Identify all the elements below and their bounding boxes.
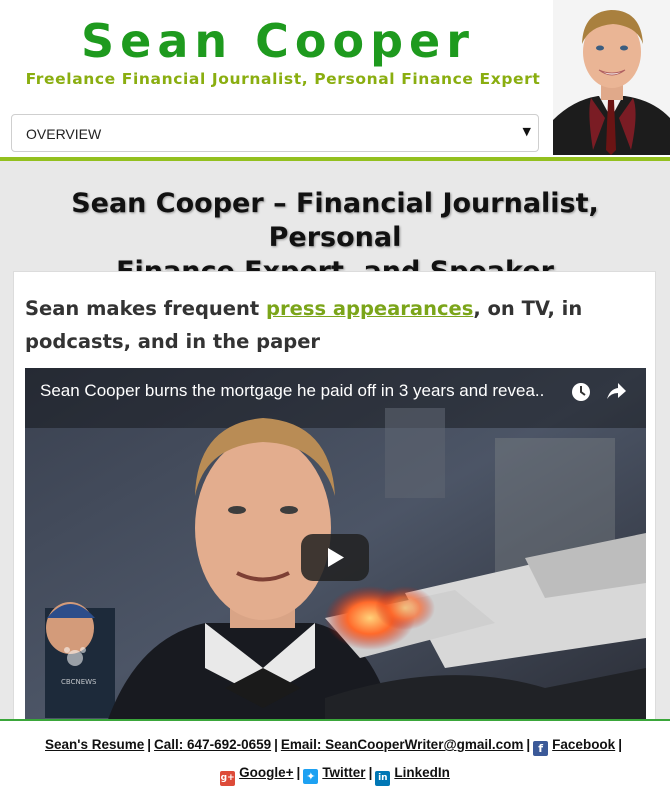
play-button[interactable] — [301, 534, 369, 581]
phone-link[interactable]: Call: 647-692-0659 — [154, 737, 271, 752]
footer-separator: | — [618, 737, 622, 752]
clock-icon[interactable] — [571, 382, 591, 402]
footer-row-1: Sean's Resume | Call: 647-692-0659 | Email: … — [0, 737, 670, 756]
site-tagline: Freelance Financial Journalist, Personal… — [25, 70, 541, 88]
twitter-link[interactable]: Twitter — [322, 765, 365, 780]
nav-dropdown[interactable]: OVERVIEW ▼ — [11, 114, 539, 152]
resume-link[interactable]: Sean's Resume — [45, 737, 144, 752]
video-title[interactable]: Sean Cooper burns the mortgage he paid o… — [40, 381, 560, 401]
footer-separator: | — [368, 765, 373, 780]
video-player[interactable]: CBCNEWS Sean Cooper burns the mortgage h… — [25, 368, 646, 728]
share-icon[interactable] — [605, 382, 627, 402]
site-header: Sean Cooper Freelance Financial Journali… — [0, 0, 670, 157]
footer-separator: | — [147, 737, 152, 752]
page-title-line1: Sean Cooper – Financial Journalist, Pers… — [71, 188, 599, 253]
play-icon — [328, 548, 344, 567]
footer-row-2: g+ Google+ | ✦ Twitter | in LinkedIn — [0, 765, 670, 786]
dropdown-arrow-icon: ▼ — [522, 125, 531, 138]
facebook-link[interactable]: Facebook — [552, 737, 615, 752]
site-title[interactable]: Sean Cooper — [0, 14, 556, 68]
profile-photo — [553, 0, 670, 155]
cbc-watermark: CBCNEWS — [61, 678, 97, 686]
googleplus-icon[interactable]: g+ — [220, 771, 236, 786]
linkedin-icon[interactable]: in — [375, 771, 391, 786]
content-card: Sean makes frequent press appearances, o… — [13, 271, 656, 731]
footer-separator: | — [274, 737, 278, 752]
main-content: Sean Cooper – Financial Journalist, Pers… — [0, 161, 670, 731]
intro-text-lead: Sean makes frequent — [25, 297, 267, 320]
press-appearances-link[interactable]: press appearances — [266, 297, 473, 320]
googleplus-link[interactable]: Google+ — [239, 765, 293, 780]
linkedin-link[interactable]: LinkedIn — [394, 765, 450, 780]
email-link[interactable]: Email: SeanCooperWriter@gmail.com — [281, 737, 523, 752]
footer-separator: | — [526, 737, 531, 752]
intro-text: Sean makes frequent press appearances, o… — [25, 292, 645, 358]
facebook-icon[interactable]: f — [533, 741, 549, 756]
nav-dropdown-value: OVERVIEW — [26, 126, 102, 142]
twitter-icon[interactable]: ✦ — [303, 769, 319, 784]
contact-footer: Sean's Resume | Call: 647-692-0659 | Email: … — [0, 719, 670, 794]
footer-separator: | — [296, 765, 301, 780]
